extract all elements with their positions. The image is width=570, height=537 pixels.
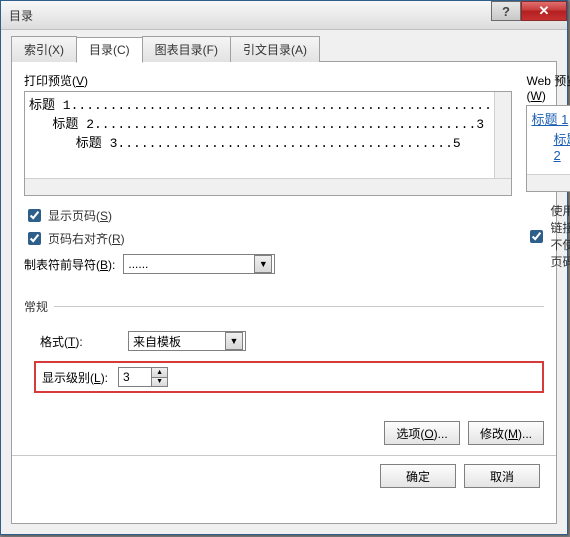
leader-label: 制表符前导符(B):	[24, 256, 115, 273]
cancel-button[interactable]: 取消	[464, 464, 540, 488]
format-row: 格式(T): 来自模板 ▼	[40, 331, 544, 351]
check-hyperlink[interactable]: 使用超链接而不使用页码(H)	[526, 202, 570, 270]
tab-index[interactable]: 索引(X)	[11, 36, 77, 62]
print-preview-box: 标题 1....................................…	[24, 91, 512, 196]
close-button[interactable]: ✕	[521, 1, 567, 21]
format-value: 来自模板	[133, 333, 181, 350]
options-row: 选项(O)... 修改(M)...	[24, 421, 544, 445]
dialog-window: 目录 ? ✕ 索引(X) 目录(C) 图表目录(F) 引文目录(A) 打印预览(…	[0, 0, 568, 535]
web-preview-box: 标题 1标题 2标题 3	[526, 105, 570, 192]
web-toc-line: 标题 1	[531, 109, 570, 128]
leader-value: ......	[128, 257, 148, 271]
format-combo[interactable]: 来自模板 ▼	[128, 331, 246, 351]
print-preview-label: 打印预览(V)	[24, 72, 512, 89]
web-toc-link[interactable]: 标题 1	[531, 109, 568, 128]
tab-toc[interactable]: 目录(C)	[76, 37, 143, 63]
title-text: 目录	[9, 7, 33, 24]
chevron-down-icon: ▼	[254, 255, 272, 273]
tab-citations[interactable]: 引文目录(A)	[230, 36, 320, 62]
toc-line: 标题 1....................................…	[29, 94, 507, 113]
format-label: 格式(T):	[40, 333, 120, 350]
check-show-page-input[interactable]	[28, 209, 41, 222]
dialog-body: 索引(X) 目录(C) 图表目录(F) 引文目录(A) 打印预览(V) 标题 1…	[1, 30, 567, 534]
spinner-down-icon[interactable]: ▼	[151, 378, 167, 387]
web-toc-line: 标题 2	[531, 129, 570, 163]
scrollbar-vertical[interactable]	[494, 92, 511, 179]
web-preview-label: Web 预览(W)	[526, 72, 570, 103]
spinner-buttons: ▲ ▼	[151, 368, 167, 386]
group-general-label: 常规	[24, 298, 544, 315]
web-checks: 使用超链接而不使用页码(H)	[526, 198, 570, 274]
check-hyperlink-input[interactable]	[530, 230, 543, 243]
check-show-page[interactable]: 显示页码(S)	[24, 206, 512, 225]
check-right-align-input[interactable]	[28, 232, 41, 245]
toc-line: 标题 2....................................…	[29, 113, 507, 132]
preview-row: 打印预览(V) 标题 1............................…	[24, 72, 544, 274]
scrollbar-horizontal[interactable]	[25, 178, 511, 195]
print-preview-col: 打印预览(V) 标题 1............................…	[24, 72, 512, 274]
help-button[interactable]: ?	[491, 1, 521, 21]
levels-highlight: 显示级别(L): 3 ▲ ▼	[34, 361, 544, 393]
modify-button[interactable]: 修改(M)...	[468, 421, 544, 445]
leader-combo[interactable]: ...... ▼	[123, 254, 275, 274]
options-button[interactable]: 选项(O)...	[384, 421, 460, 445]
chevron-down-icon: ▼	[225, 332, 243, 350]
title-buttons: ? ✕	[491, 1, 567, 21]
scrollbar-horizontal[interactable]	[527, 174, 570, 191]
tab-page-toc: 打印预览(V) 标题 1............................…	[11, 61, 557, 524]
footer-row: 确定 取消	[24, 456, 544, 488]
levels-label: 显示级别(L):	[42, 369, 108, 386]
spinner-up-icon[interactable]: ▲	[151, 368, 167, 378]
ok-button[interactable]: 确定	[380, 464, 456, 488]
web-toc-link[interactable]: 标题 2	[553, 129, 570, 163]
tab-strip: 索引(X) 目录(C) 图表目录(F) 引文目录(A)	[11, 36, 557, 62]
levels-value: 3	[123, 370, 130, 384]
levels-spinner[interactable]: 3 ▲ ▼	[118, 367, 168, 387]
tab-figures[interactable]: 图表目录(F)	[142, 36, 231, 62]
print-checks: 显示页码(S) 页码右对齐(R) 制表符前导符(B): ...... ▼	[24, 202, 512, 274]
check-right-align[interactable]: 页码右对齐(R)	[24, 229, 512, 248]
toc-line: 标题 3....................................…	[29, 132, 507, 151]
web-preview-col: Web 预览(W) 标题 1标题 2标题 3 使用超链接而不使用页码(H)	[526, 72, 570, 274]
titlebar: 目录 ? ✕	[1, 1, 567, 30]
leader-row: 制表符前导符(B): ...... ▼	[24, 254, 512, 274]
